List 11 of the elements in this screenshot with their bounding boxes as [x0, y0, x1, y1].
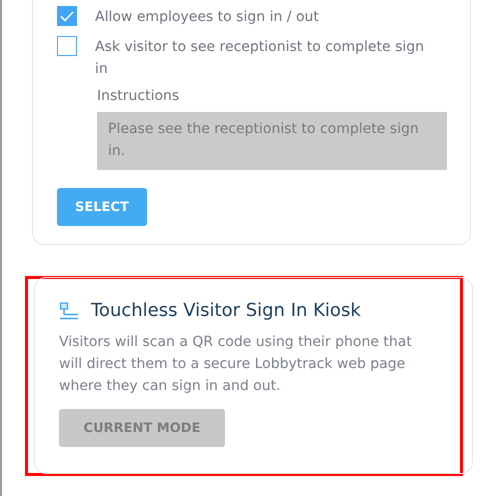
checkbox[interactable] [57, 36, 77, 56]
field-label: Instructions [97, 88, 180, 104]
checkbox[interactable] [57, 6, 77, 26]
kiosk-icon [59, 302, 79, 320]
instructions-field[interactable]: Please see the receptionist to complete sign in. [97, 112, 447, 170]
option-label: Ask visitor to see receptionist to complete sign in [95, 38, 426, 79]
card-title: Touchless Visitor Sign In Kiosk [91, 300, 361, 321]
check-icon [60, 10, 74, 22]
option-label: Allow employees to sign in / out [95, 8, 320, 27]
select-button[interactable]: SELECT [57, 188, 147, 226]
card-description: Visitors will scan a QR code using their phone that will direct them to a secure Lobbytrack web page where they can sign in and out. [59, 333, 413, 396]
